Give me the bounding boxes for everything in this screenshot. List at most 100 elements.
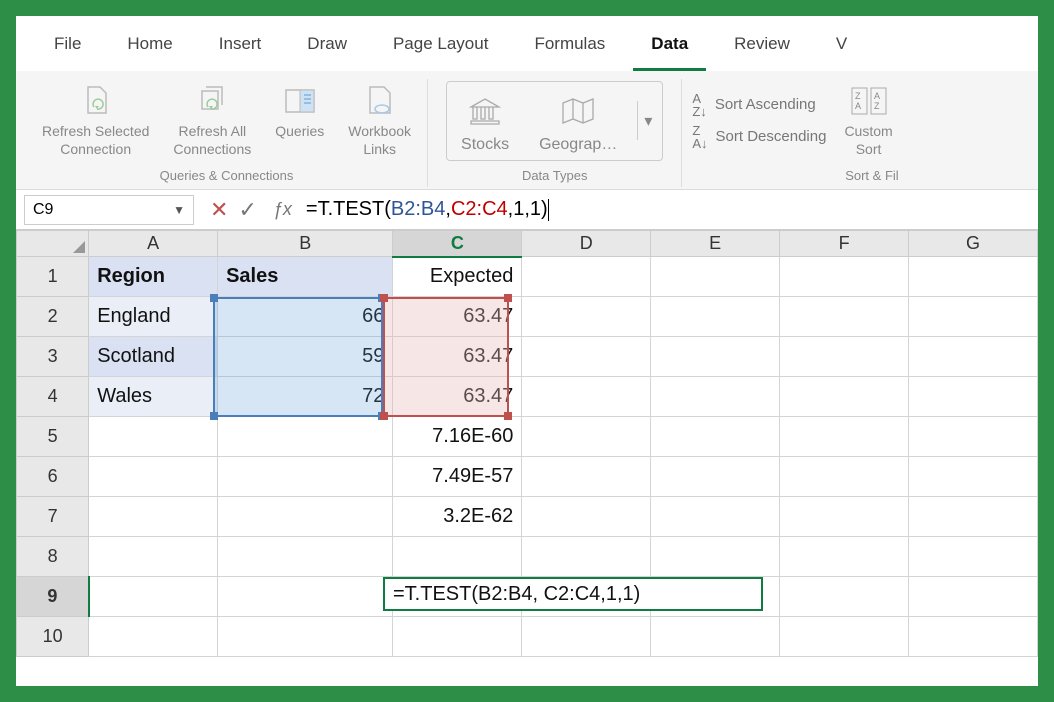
enter-formula-button[interactable]: ✓ (238, 197, 256, 223)
cell-D8[interactable] (522, 537, 651, 577)
formula-bar[interactable]: =T.TEST(B2:B4, C2:C4,1,1) (306, 198, 549, 221)
tab-view[interactable]: V (818, 24, 865, 71)
tab-home[interactable]: Home (109, 24, 190, 71)
cell-A1[interactable]: Region (89, 257, 218, 297)
cell-D1[interactable] (522, 257, 651, 297)
cell-C7[interactable]: 3.2E-62 (393, 497, 522, 537)
cell-A5[interactable] (89, 417, 218, 457)
cell-B7[interactable] (218, 497, 393, 537)
cell-F1[interactable] (780, 257, 909, 297)
cell-D7[interactable] (522, 497, 651, 537)
col-header-E[interactable]: E (651, 231, 780, 257)
cell-G6[interactable] (909, 457, 1038, 497)
tab-draw[interactable]: Draw (289, 24, 365, 71)
cell-E4[interactable] (651, 377, 780, 417)
cell-A6[interactable] (89, 457, 218, 497)
tab-page-layout[interactable]: Page Layout (375, 24, 506, 71)
refresh-all-button[interactable]: Refresh All Connections (167, 79, 257, 162)
cell-D2[interactable] (522, 297, 651, 337)
row-header-2[interactable]: 2 (17, 297, 89, 337)
cell-G3[interactable] (909, 337, 1038, 377)
cell-G10[interactable] (909, 617, 1038, 657)
fx-button[interactable]: ƒx (267, 199, 298, 220)
queries-button[interactable]: Queries (269, 79, 330, 162)
cell-F7[interactable] (780, 497, 909, 537)
cell-C5[interactable]: 7.16E-60 (393, 417, 522, 457)
cell-E5[interactable] (651, 417, 780, 457)
cell-B1[interactable]: Sales (218, 257, 393, 297)
cell-C3[interactable]: 63.47 (393, 337, 522, 377)
cancel-formula-button[interactable]: ✕ (210, 197, 228, 223)
row-header-9[interactable]: 9 (17, 577, 89, 617)
cell-D4[interactable] (522, 377, 651, 417)
cell-E7[interactable] (651, 497, 780, 537)
cell-B3[interactable]: 59 (218, 337, 393, 377)
cell-B8[interactable] (218, 537, 393, 577)
col-header-C[interactable]: C (393, 231, 522, 257)
refresh-selected-button[interactable]: Refresh Selected Connection (36, 79, 155, 162)
cell-E2[interactable] (651, 297, 780, 337)
cell-A2[interactable]: England (89, 297, 218, 337)
row-header-5[interactable]: 5 (17, 417, 89, 457)
tab-insert[interactable]: Insert (201, 24, 280, 71)
col-header-B[interactable]: B (218, 231, 393, 257)
cell-C6[interactable]: 7.49E-57 (393, 457, 522, 497)
cell-C8[interactable] (393, 537, 522, 577)
data-types-expand[interactable]: ▾ (637, 101, 658, 141)
tab-formulas[interactable]: Formulas (516, 24, 623, 71)
cell-E6[interactable] (651, 457, 780, 497)
col-header-A[interactable]: A (89, 231, 218, 257)
cell-F4[interactable] (780, 377, 909, 417)
cell-F8[interactable] (780, 537, 909, 577)
row-header-8[interactable]: 8 (17, 537, 89, 577)
cell-D3[interactable] (522, 337, 651, 377)
cell-G8[interactable] (909, 537, 1038, 577)
cell-A8[interactable] (89, 537, 218, 577)
cell-F2[interactable] (780, 297, 909, 337)
select-all-corner[interactable] (17, 231, 89, 257)
tab-data[interactable]: Data (633, 24, 706, 71)
row-header-4[interactable]: 4 (17, 377, 89, 417)
cell-F10[interactable] (780, 617, 909, 657)
cell-B9[interactable] (218, 577, 393, 617)
stocks-button[interactable]: Stocks (451, 88, 519, 154)
cell-C4[interactable]: 63.47 (393, 377, 522, 417)
cell-B6[interactable] (218, 457, 393, 497)
cell-G9[interactable] (909, 577, 1038, 617)
worksheet-grid[interactable]: A B C D E F G 1 Region Sales Expected 2 (16, 230, 1038, 686)
cell-G1[interactable] (909, 257, 1038, 297)
cell-B2[interactable]: 66 (218, 297, 393, 337)
cell-G7[interactable] (909, 497, 1038, 537)
cell-C10[interactable] (393, 617, 522, 657)
cell-G4[interactable] (909, 377, 1038, 417)
cell-D6[interactable] (522, 457, 651, 497)
cell-D5[interactable] (522, 417, 651, 457)
cell-B10[interactable] (218, 617, 393, 657)
col-header-G[interactable]: G (909, 231, 1038, 257)
cell-A4[interactable]: Wales (89, 377, 218, 417)
cell-E3[interactable] (651, 337, 780, 377)
cell-A9[interactable] (89, 577, 218, 617)
cell-E10[interactable] (651, 617, 780, 657)
sort-ascending-button[interactable]: AZ↓ Sort Ascending (692, 92, 826, 118)
custom-sort-button[interactable]: ZAAZ Custom Sort (838, 79, 898, 162)
cell-G5[interactable] (909, 417, 1038, 457)
cell-A3[interactable]: Scotland (89, 337, 218, 377)
cell-F9[interactable] (780, 577, 909, 617)
row-header-3[interactable]: 3 (17, 337, 89, 377)
name-box[interactable]: C9 ▼ (24, 195, 194, 225)
cell-B5[interactable] (218, 417, 393, 457)
row-header-7[interactable]: 7 (17, 497, 89, 537)
sort-descending-button[interactable]: ZA↓ Sort Descending (692, 124, 826, 150)
cell-E8[interactable] (651, 537, 780, 577)
row-header-6[interactable]: 6 (17, 457, 89, 497)
workbook-links-button[interactable]: Workbook Links (342, 79, 417, 162)
tab-review[interactable]: Review (716, 24, 808, 71)
editing-cell-overlay[interactable]: =T.TEST(B2:B4, C2:C4,1,1) (383, 577, 763, 611)
cell-F6[interactable] (780, 457, 909, 497)
cell-C1[interactable]: Expected (393, 257, 522, 297)
cell-A10[interactable] (89, 617, 218, 657)
row-header-10[interactable]: 10 (17, 617, 89, 657)
geography-button[interactable]: Geograp… (529, 88, 627, 154)
data-types-gallery[interactable]: Stocks Geograp… ▾ (446, 81, 663, 161)
